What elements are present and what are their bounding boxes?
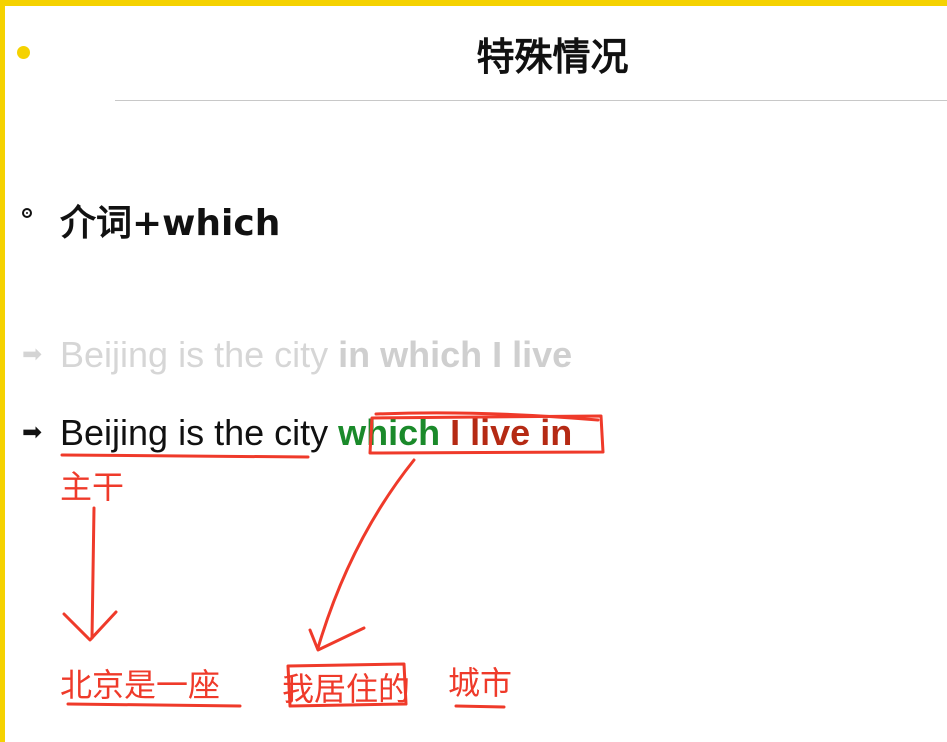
example-faded-emphasis: in which I live xyxy=(338,334,573,375)
down-arrow-head xyxy=(62,610,118,642)
corner-dot-icon xyxy=(17,46,30,59)
slide-title: 特殊情况 xyxy=(476,35,629,79)
down-arrow-stroke xyxy=(90,506,96,640)
curved-arrow-stroke xyxy=(316,458,416,650)
slide-frame-left xyxy=(0,0,5,742)
slide-frame-top xyxy=(0,0,947,6)
example-faded-prefix: Beijing is the city xyxy=(60,334,339,375)
translation-3-underline xyxy=(454,704,506,709)
example-active-prefix: Beijing is the city xyxy=(60,412,339,453)
curved-arrow-head xyxy=(308,626,366,652)
translation-part-2: 我居住的 xyxy=(282,670,411,708)
main-clause-label: 主干 xyxy=(60,468,125,506)
translation-part-3: 城市 xyxy=(448,664,513,702)
example-which-word: which xyxy=(338,412,441,453)
main-clause-underline xyxy=(60,453,310,459)
right-arrow-icon: ➡ xyxy=(22,418,43,446)
example-clause-rest: I live in xyxy=(440,412,573,453)
title-divider xyxy=(115,100,947,101)
example-sentence-active: Beijing is the city which I live in xyxy=(60,412,572,454)
translation-part-1: 北京是一座 xyxy=(60,666,221,704)
section-heading: 介词+which xyxy=(60,203,281,244)
ring-bullet-icon xyxy=(22,208,32,218)
example-sentence-faded: Beijing is the city in which I live xyxy=(60,334,572,376)
right-arrow-icon: ➡ xyxy=(22,340,43,368)
